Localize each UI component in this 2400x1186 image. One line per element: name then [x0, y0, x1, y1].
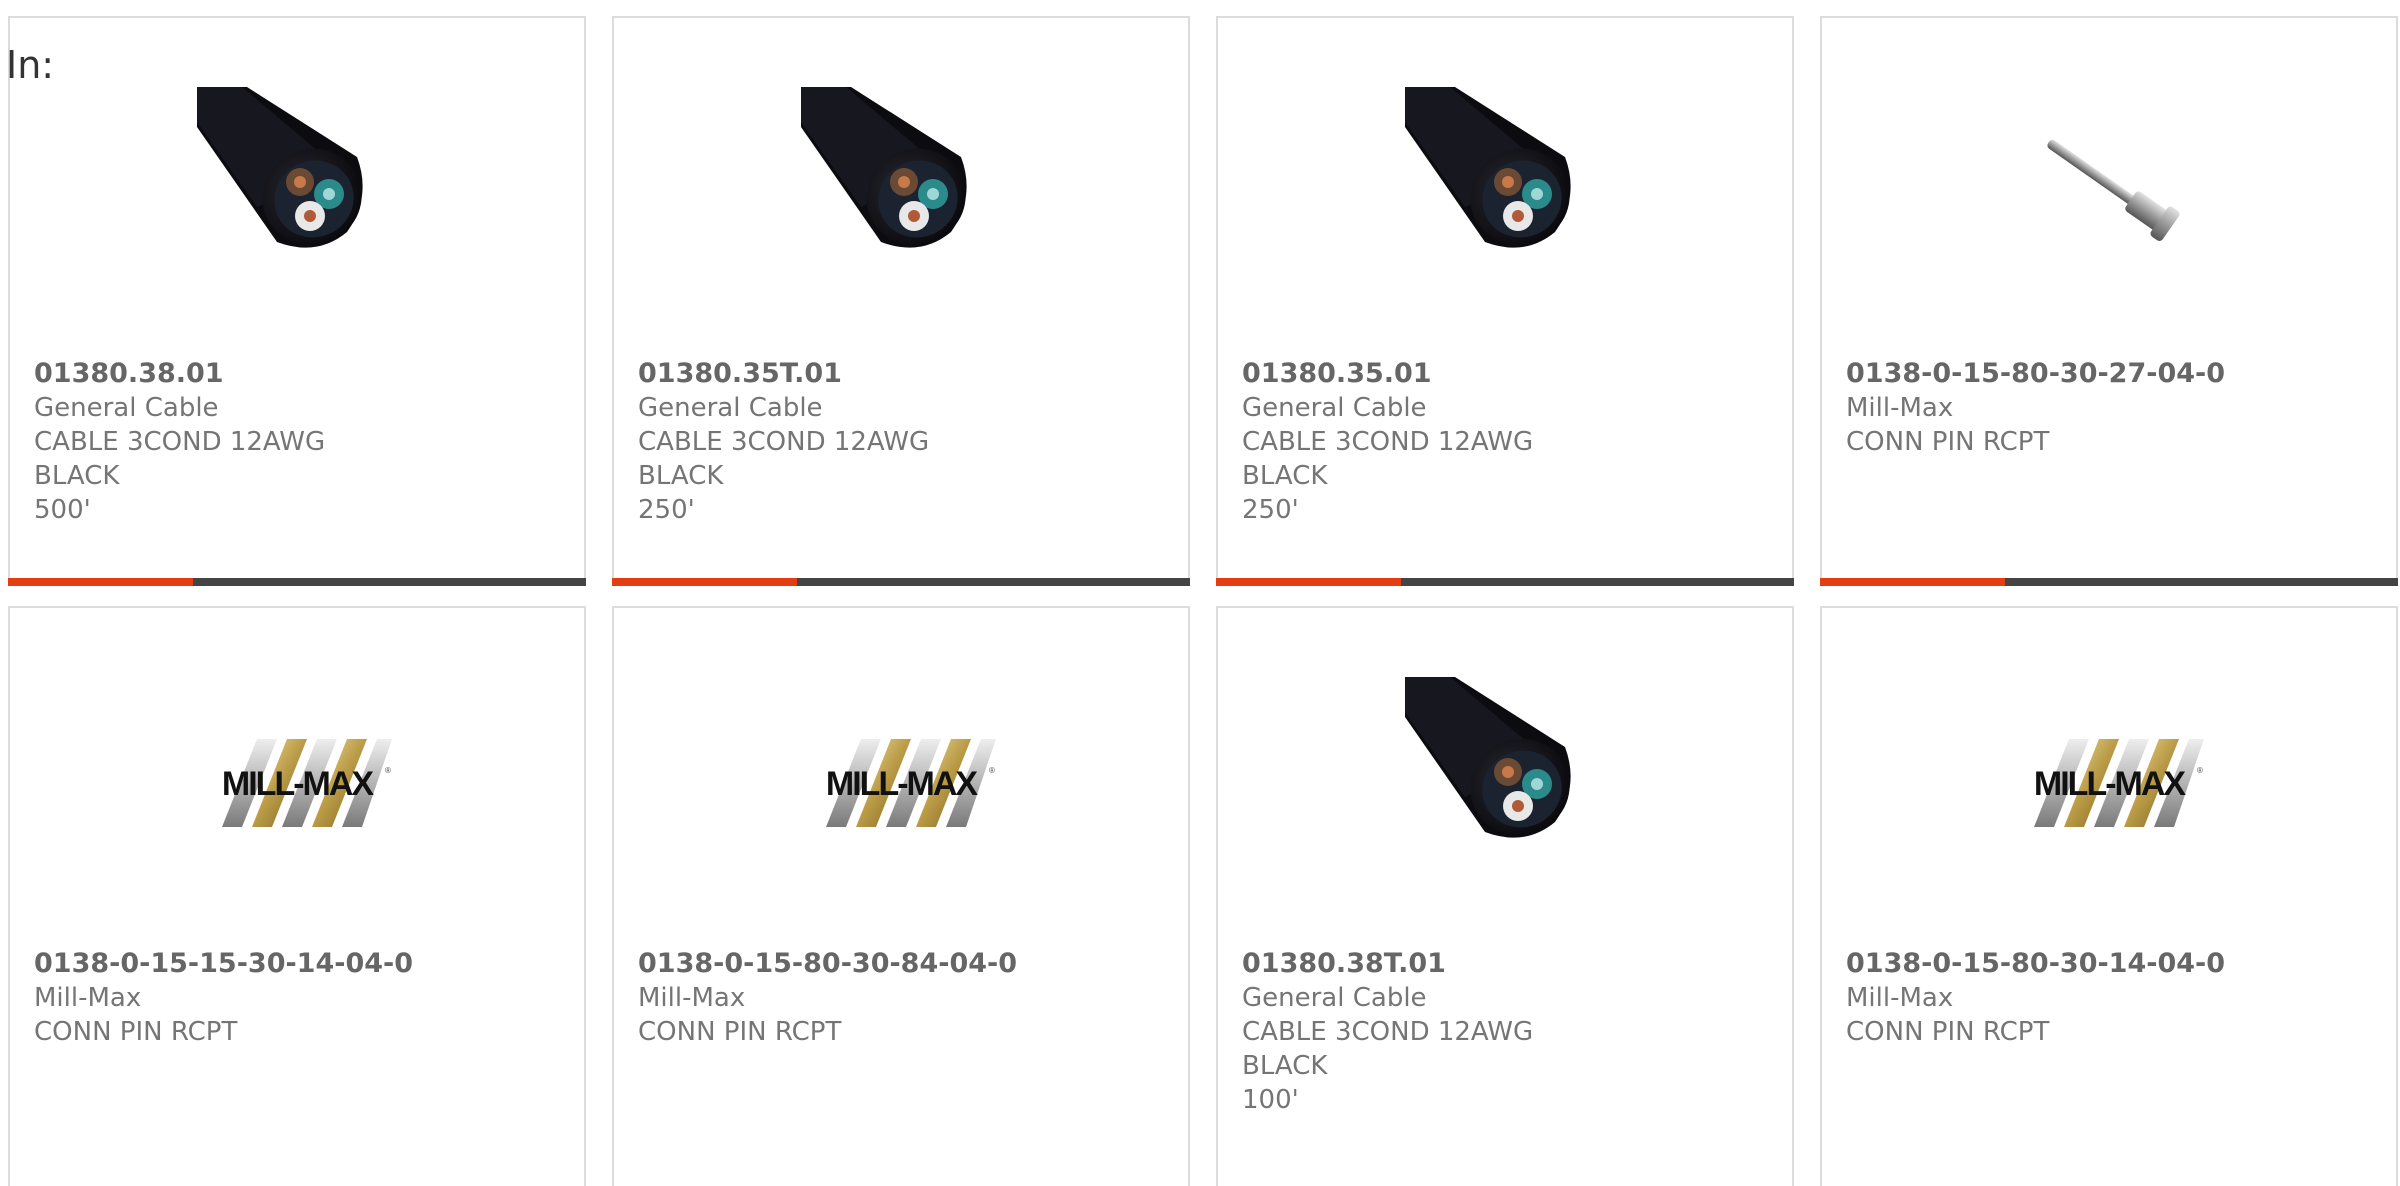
part-number[interactable]: 01380.35.01	[1242, 357, 1772, 391]
card-progress-bar	[8, 578, 586, 586]
mill-max-logo: MILL-MAX ®	[826, 739, 996, 827]
product-description: CABLE 3COND 12AWG BLACK 500'	[34, 427, 326, 525]
product-info: 01380.38T.01 General Cable CABLE 3COND 12A…	[1242, 947, 1772, 1117]
manufacturer: Mill-Max	[638, 983, 746, 1013]
product-description: CABLE 3COND 12AWG BLACK 250'	[1242, 427, 1534, 525]
product-info: 0138-0-15-80-30-84-04-0 Mill-Max CONN PIN …	[638, 947, 1168, 1049]
part-number[interactable]: 0138-0-15-80-30-84-04-0	[638, 947, 1168, 981]
card-progress-fill	[1216, 578, 1401, 586]
product-description: CABLE 3COND 12AWG BLACK 100'	[1242, 1017, 1534, 1115]
card-progress-bar	[1216, 578, 1794, 586]
part-number[interactable]: 01380.38.01	[34, 357, 564, 391]
product-description: CONN PIN RCPT	[638, 1017, 842, 1047]
manufacturer: Mill-Max	[1846, 983, 1954, 1013]
product-description: CONN PIN RCPT	[34, 1017, 238, 1047]
product-card[interactable]: 01380.35T.01 General Cable CABLE 3COND 12A…	[612, 16, 1190, 586]
manufacturer: General Cable	[638, 393, 823, 423]
product-info: 0138-0-15-80-30-14-04-0 Mill-Max CONN PIN …	[1846, 947, 2376, 1049]
product-description: CABLE 3COND 12AWG BLACK 250'	[638, 427, 930, 525]
manufacturer: Mill-Max	[1846, 393, 1954, 423]
product-description: CONN PIN RCPT	[1846, 1017, 2050, 1047]
product-info: 01380.38.01 General Cable CABLE 3COND 12AW…	[34, 357, 564, 527]
product-card[interactable]: 01380.35.01 General Cable CABLE 3COND 12AW…	[1216, 16, 1794, 586]
product-image[interactable]	[2009, 87, 2209, 287]
part-number[interactable]: 0138-0-15-80-30-27-04-0	[1846, 357, 2376, 391]
svg-text:®: ®	[385, 766, 391, 775]
pin-image	[2047, 139, 2180, 241]
card-progress-bar	[1820, 578, 2398, 586]
part-number[interactable]: 01380.38T.01	[1242, 947, 1772, 981]
product-card[interactable]: 0138-0-15-80-30-27-04-0 Mill-Max CONN PIN …	[1820, 16, 2398, 586]
product-image[interactable]: MILL-MAX ®	[801, 677, 1001, 877]
svg-text:MILL-MAX: MILL-MAX	[2034, 765, 2187, 803]
svg-text:MILL-MAX: MILL-MAX	[222, 765, 375, 803]
page-label: In:	[6, 43, 55, 87]
product-image[interactable]: MILL-MAX ®	[2009, 677, 2209, 877]
product-image[interactable]: MILL-MAX ®	[197, 677, 397, 877]
part-number[interactable]: 01380.35T.01	[638, 357, 1168, 391]
mill-max-logo: MILL-MAX ®	[222, 739, 392, 827]
product-info: 0138-0-15-15-30-14-04-0 Mill-Max CONN PIN …	[34, 947, 564, 1049]
product-card[interactable]: MILL-MAX ® 0138-0-15-15-30-14-04-0 Mill-M…	[8, 606, 586, 1186]
product-card[interactable]: MILL-MAX ® 0138-0-15-80-30-14-04-0 Mill-M…	[1820, 606, 2398, 1186]
product-image[interactable]	[1405, 677, 1605, 877]
manufacturer: General Cable	[34, 393, 219, 423]
product-info: 0138-0-15-80-30-27-04-0 Mill-Max CONN PIN …	[1846, 357, 2376, 459]
mill-max-logo: MILL-MAX ®	[2034, 739, 2204, 827]
product-info: 01380.35T.01 General Cable CABLE 3COND 12A…	[638, 357, 1168, 527]
cable-image	[197, 87, 363, 248]
svg-text:®: ®	[2197, 766, 2203, 775]
manufacturer: Mill-Max	[34, 983, 142, 1013]
product-card[interactable]: 01380.38.01 General Cable CABLE 3COND 12AW…	[8, 16, 586, 586]
svg-text:®: ®	[989, 766, 995, 775]
part-number[interactable]: 0138-0-15-80-30-14-04-0	[1846, 947, 2376, 981]
product-info: 01380.35.01 General Cable CABLE 3COND 12AW…	[1242, 357, 1772, 527]
card-progress-fill	[1820, 578, 2005, 586]
cable-image	[1405, 677, 1571, 838]
svg-text:MILL-MAX: MILL-MAX	[826, 765, 979, 803]
cable-image	[801, 87, 967, 248]
product-image[interactable]	[1405, 87, 1605, 287]
manufacturer: General Cable	[1242, 393, 1427, 423]
product-image[interactable]	[197, 87, 397, 287]
card-progress-fill	[612, 578, 797, 586]
card-progress-fill	[8, 578, 193, 586]
part-number[interactable]: 0138-0-15-15-30-14-04-0	[34, 947, 564, 981]
product-image[interactable]	[801, 87, 1001, 287]
cable-image	[1405, 87, 1571, 248]
product-description: CONN PIN RCPT	[1846, 427, 2050, 457]
product-card[interactable]: MILL-MAX ® 0138-0-15-80-30-84-04-0 Mill-M…	[612, 606, 1190, 1186]
card-progress-bar	[612, 578, 1190, 586]
manufacturer: General Cable	[1242, 983, 1427, 1013]
product-card[interactable]: 01380.38T.01 General Cable CABLE 3COND 12A…	[1216, 606, 1794, 1186]
